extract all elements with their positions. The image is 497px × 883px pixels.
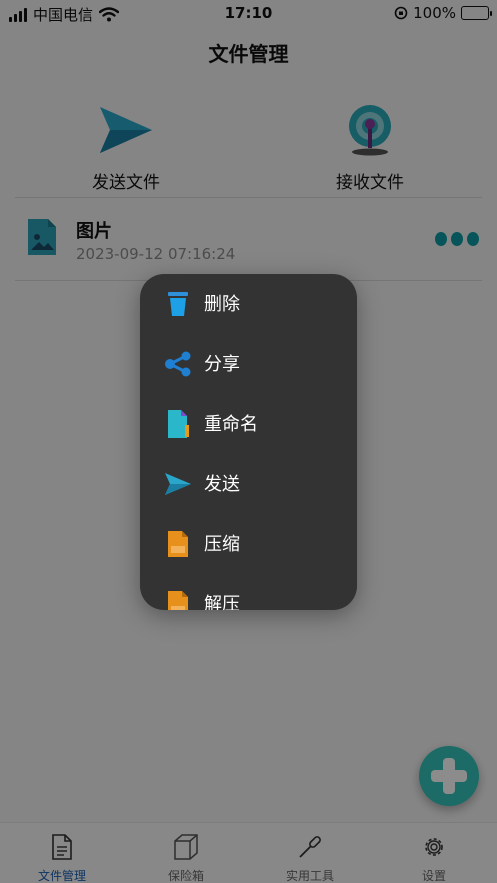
menu-item-label: 发送 xyxy=(204,474,240,495)
rename-icon xyxy=(168,410,189,438)
menu-item-share[interactable]: 分享 xyxy=(140,334,357,394)
send-icon xyxy=(165,473,191,495)
menu-item-label: 分享 xyxy=(204,354,240,375)
menu-item-label: 删除 xyxy=(204,294,240,315)
menu-item-label: 压缩 xyxy=(204,534,240,555)
menu-item-label: 解压 xyxy=(204,594,240,610)
context-menu: 删除 分享 重命名 发送 压缩 解压 xyxy=(140,274,357,610)
menu-item-label: 重命名 xyxy=(204,414,258,435)
zip-icon xyxy=(168,531,188,557)
share-icon xyxy=(165,351,191,377)
menu-item-delete[interactable]: 删除 xyxy=(140,274,357,334)
unzip-icon xyxy=(168,591,188,610)
menu-item-compress[interactable]: 压缩 xyxy=(140,514,357,574)
trash-icon xyxy=(168,292,188,316)
menu-item-rename[interactable]: 重命名 xyxy=(140,394,357,454)
menu-item-extract[interactable]: 解压 xyxy=(140,574,357,610)
menu-item-send[interactable]: 发送 xyxy=(140,454,357,514)
